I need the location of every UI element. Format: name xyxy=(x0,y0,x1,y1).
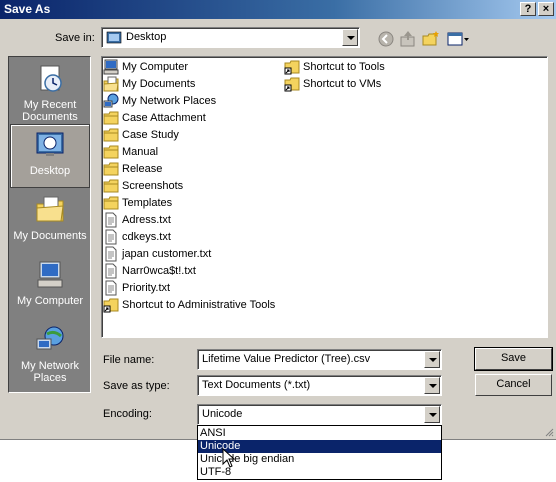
my-documents-icon xyxy=(36,196,64,222)
file-name-text: Adress.txt xyxy=(122,214,171,226)
desktop-icon xyxy=(36,132,64,156)
file-name-field[interactable]: Lifetime Value Predictor (Tree).csv xyxy=(197,349,442,370)
file-name-text: cdkeys.txt xyxy=(122,231,171,243)
file-name-text: Shortcut to Administrative Tools xyxy=(122,299,276,311)
file-name-text: Case Attachment xyxy=(122,112,206,124)
folder-icon xyxy=(103,196,119,210)
network-places-icon xyxy=(36,326,64,350)
file-name-text: Shortcut to VMs xyxy=(303,78,382,90)
help-button[interactable]: ? xyxy=(520,2,536,16)
save-type-select[interactable]: Text Documents (*.txt) xyxy=(197,375,442,396)
folder-icon xyxy=(103,128,119,142)
text-file-icon xyxy=(105,212,117,228)
save-in-label: Save in: xyxy=(55,32,95,44)
place-my-documents[interactable]: My Documents xyxy=(10,190,90,254)
place-network-places[interactable]: My Network Places xyxy=(10,320,90,384)
views-menu-icon[interactable] xyxy=(446,29,470,49)
file-name-text: Manual xyxy=(122,146,159,158)
file-name-text: Case Study xyxy=(122,129,179,141)
cancel-button[interactable]: Cancel xyxy=(475,374,552,396)
file-name-text: Screenshots xyxy=(122,180,184,192)
up-folder-icon[interactable] xyxy=(398,29,418,49)
text-file-icon xyxy=(105,229,117,245)
save-in-value: Desktop xyxy=(126,31,167,43)
close-button[interactable]: × xyxy=(538,2,554,16)
folder-icon xyxy=(103,162,119,176)
chevron-down-icon[interactable] xyxy=(342,29,358,46)
place-my-computer[interactable]: My Computer xyxy=(10,255,90,319)
mouse-cursor-icon xyxy=(222,448,236,468)
place-label: My Documents xyxy=(13,230,87,242)
save-as-dialog: Save As ? × Save in: Desktop My Recent D… xyxy=(0,0,556,440)
place-label: Desktop xyxy=(29,165,71,177)
place-label: My Network Places xyxy=(20,360,80,384)
file-name-text: My Documents xyxy=(122,78,196,90)
file-list[interactable]: My Computer My Documents My Network Places… xyxy=(101,56,548,338)
shortcut-folder-icon xyxy=(103,298,119,313)
place-recent-documents[interactable]: My Recent Documents xyxy=(10,59,90,123)
file-name-label: File name: xyxy=(103,354,155,366)
encoding-label: Encoding: xyxy=(103,408,152,420)
desktop-small-icon xyxy=(106,31,122,44)
file-name-text: My Computer xyxy=(122,61,189,73)
folder-icon xyxy=(103,145,119,159)
back-icon[interactable] xyxy=(376,29,396,49)
title-bar[interactable]: Save As ? × xyxy=(0,0,556,19)
encoding-select[interactable]: Unicode xyxy=(197,404,442,425)
my-computer-icon xyxy=(37,261,63,288)
text-file-icon xyxy=(105,280,117,296)
encoding-option[interactable]: ANSI xyxy=(198,427,441,440)
place-desktop[interactable]: Desktop xyxy=(10,124,90,188)
file-name-text: Shortcut to Tools xyxy=(303,61,385,73)
file-name-text: Release xyxy=(122,163,163,175)
place-label: My Recent Documents xyxy=(22,99,78,123)
save-type-label: Save as type: xyxy=(103,380,170,392)
places-bar: My Recent Documents Desktop My Documents xyxy=(8,56,91,393)
network-icon xyxy=(103,93,119,108)
resize-grip-icon[interactable] xyxy=(544,427,554,437)
file-name-text: japan customer.txt xyxy=(122,248,212,260)
file-name-text: Templates xyxy=(122,197,173,209)
folder-icon xyxy=(103,179,119,193)
chevron-down-icon[interactable] xyxy=(424,406,440,423)
file-name-text: Priority.txt xyxy=(122,282,171,294)
text-file-icon xyxy=(105,263,117,279)
computer-icon xyxy=(103,59,119,75)
folder-icon xyxy=(103,111,119,125)
save-in-combo[interactable]: Desktop xyxy=(101,27,360,48)
file-name-text: My Network Places xyxy=(122,95,217,107)
file-name-text: Narr0wca$t!.txt xyxy=(122,265,196,277)
file-name-value: Lifetime Value Predictor (Tree).csv xyxy=(202,353,371,365)
chevron-down-icon[interactable] xyxy=(424,377,440,394)
chevron-down-icon[interactable] xyxy=(424,351,440,368)
save-type-value: Text Documents (*.txt) xyxy=(202,379,311,391)
save-button[interactable]: Save xyxy=(474,347,553,371)
window-title: Save As xyxy=(4,2,51,16)
new-folder-icon[interactable] xyxy=(421,29,441,49)
shortcut-folder-icon xyxy=(284,60,300,75)
documents-icon xyxy=(103,76,119,92)
shortcut-folder-icon xyxy=(284,77,300,92)
text-file-icon xyxy=(105,246,117,262)
encoding-value: Unicode xyxy=(202,408,243,420)
recent-documents-icon xyxy=(40,65,62,92)
place-label: My Computer xyxy=(16,295,84,307)
